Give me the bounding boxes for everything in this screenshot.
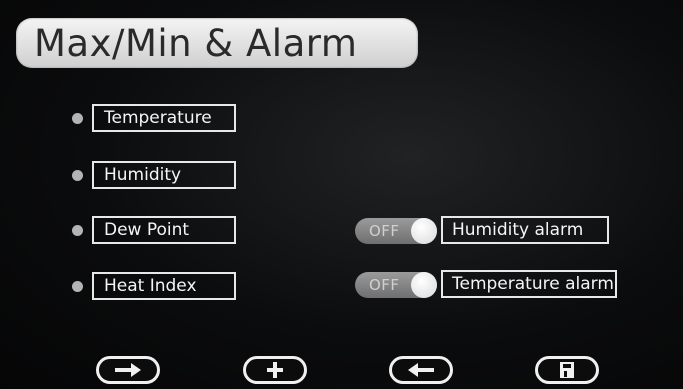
heat-index-label[interactable]: Heat Index: [92, 272, 236, 300]
radio-indicator[interactable]: [72, 281, 83, 292]
arrow-left-icon: [406, 363, 436, 377]
page-title: Max/Min & Alarm: [34, 22, 358, 65]
arrow-right-icon: [113, 363, 143, 377]
list-item-humidity[interactable]: Humidity: [0, 161, 683, 191]
humidity-label[interactable]: Humidity: [92, 161, 236, 189]
toggle-knob: [411, 218, 437, 244]
list-item-temperature[interactable]: Temperature: [0, 104, 683, 134]
humidity-alarm-toggle[interactable]: OFF: [355, 218, 437, 244]
radio-indicator[interactable]: [72, 113, 83, 124]
radio-indicator[interactable]: [72, 225, 83, 236]
radio-indicator[interactable]: [72, 170, 83, 181]
temperature-label[interactable]: Temperature: [92, 104, 236, 132]
temperature-alarm-label: Temperature alarm: [441, 270, 617, 298]
save-icon: [559, 361, 575, 379]
temperature-alarm-toggle[interactable]: OFF: [355, 272, 437, 298]
toggle-knob: [411, 272, 437, 298]
back-button[interactable]: [389, 356, 453, 384]
toggle-state-text: OFF: [369, 276, 400, 294]
toggle-state-text: OFF: [369, 222, 400, 240]
next-button[interactable]: [96, 356, 160, 384]
max-min-alarm-screen: Max/Min & Alarm Temperature Humidity Dew…: [0, 0, 683, 389]
add-button[interactable]: [243, 356, 307, 384]
humidity-alarm-label: Humidity alarm: [441, 216, 609, 244]
plus-icon: [266, 361, 284, 379]
dew-point-label[interactable]: Dew Point: [92, 216, 236, 244]
save-button[interactable]: [535, 356, 599, 384]
